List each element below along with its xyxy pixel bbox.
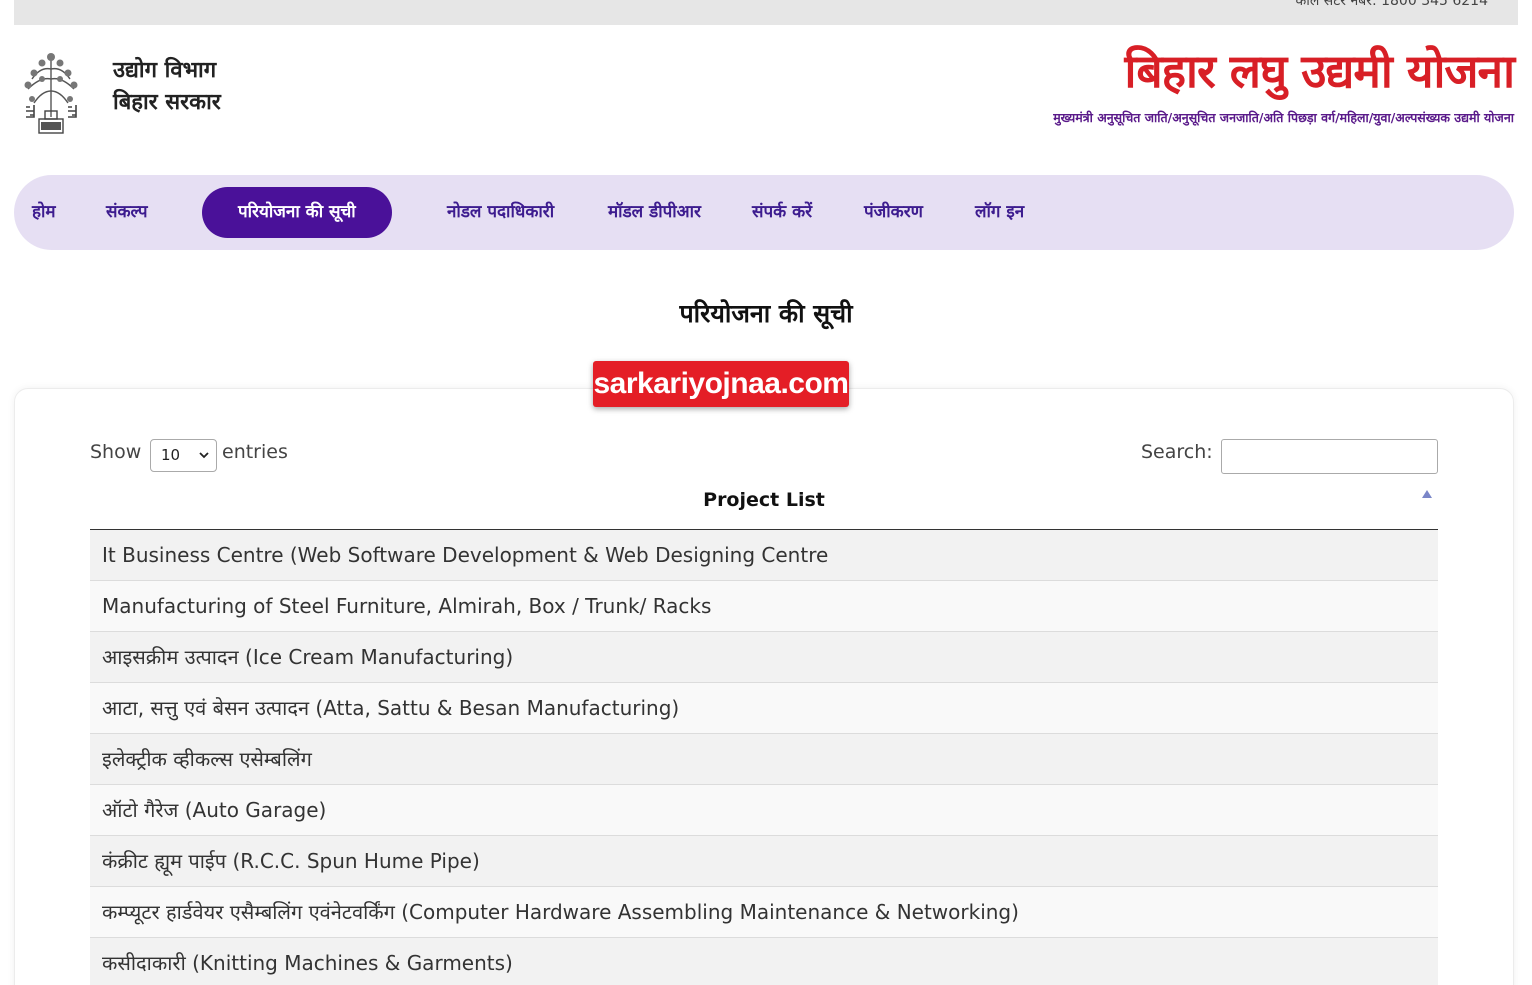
project-table-body: It Business Centre (Web Software Develop… — [90, 530, 1438, 985]
table-row: कंक्रीट ह्यूम पाईप (R.C.C. Spun Hume Pip… — [90, 836, 1438, 887]
table-row: आइसक्रीम उत्पादन (Ice Cream Manufacturin… — [90, 632, 1438, 683]
helpline-text: कॉल सेंटर नंबर: 1800 345 6214 — [1295, 0, 1488, 9]
nav-registration[interactable]: पंजीकरण — [864, 187, 923, 238]
table-row: कम्प्यूटर हार्डवेयर एसैम्बलिंग एवंनेटवर्… — [90, 887, 1438, 938]
nav-model-dpr[interactable]: मॉडल डीपीआर — [608, 187, 701, 238]
table-row: कसीदाकारी (Knitting Machines & Garments) — [90, 938, 1438, 985]
table-row: Manufacturing of Steel Furniture, Almira… — [90, 581, 1438, 632]
search-label: Search: — [1141, 441, 1213, 463]
nav-sankalp[interactable]: संकल्प — [106, 187, 148, 238]
nav-project-list[interactable]: परियोजना की सूची — [202, 187, 392, 238]
nav-login[interactable]: लॉग इन — [975, 187, 1024, 238]
scheme-title: बिहार लघु उद्यमी योजना — [1124, 44, 1515, 98]
show-label: Show — [90, 441, 142, 463]
table-row: It Business Centre (Web Software Develop… — [90, 530, 1438, 581]
department-line-1: उद्योग विभाग — [113, 58, 217, 83]
scheme-subtitle: मुख्यमंत्री अनुसूचित जाति/अनुसूचित जनजात… — [1053, 110, 1514, 125]
table-header-project-list[interactable]: Project List — [90, 480, 1438, 530]
entries-label: entries — [222, 441, 288, 463]
department-line-2: बिहार सरकार — [113, 90, 221, 115]
page-title: परियोजना की सूची — [679, 299, 853, 328]
bihar-emblem-icon — [20, 49, 82, 151]
table-row: आटा, सत्तु एवं बेसन उत्पादन (Atta, Sattu… — [90, 683, 1438, 734]
entries-length-select[interactable]: 10 — [150, 439, 217, 472]
nav-contact[interactable]: संपर्क करें — [752, 187, 812, 238]
column-header-label: Project List — [703, 489, 825, 511]
watermark-logo: sarkariyojnaa.com — [593, 361, 849, 407]
search-input[interactable] — [1221, 439, 1438, 474]
entries-length-value: 10 — [161, 446, 181, 464]
department-name: उद्योग विभाग बिहार सरकार — [113, 55, 221, 119]
nav-nodal-officer[interactable]: नोडल पदाधिकारी — [447, 187, 554, 238]
site-header: उद्योग विभाग बिहार सरकार बिहार लघु उद्यम… — [0, 25, 1532, 165]
top-strip: कॉल सेंटर नंबर: 1800 345 6214 — [14, 0, 1518, 25]
main-nav: होम संकल्प परियोजना की सूची नोडल पदाधिका… — [14, 175, 1514, 250]
sort-ascending-icon — [1422, 490, 1432, 498]
chevron-down-icon — [198, 440, 210, 483]
nav-home[interactable]: होम — [32, 187, 56, 238]
table-row: इलेक्ट्रीक व्हीकल्स एसेम्बलिंग — [90, 734, 1438, 785]
table-row: ऑटो गैरेज (Auto Garage) — [90, 785, 1438, 836]
